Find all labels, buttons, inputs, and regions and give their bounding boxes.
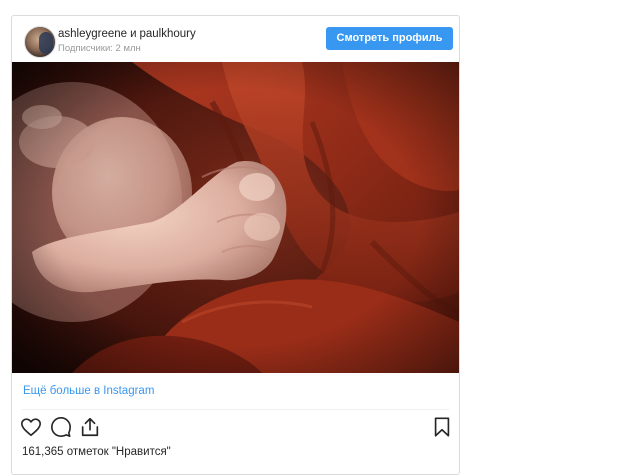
share-icon[interactable] xyxy=(79,416,101,440)
post-header: ashleygreene и paulkhoury Подписчики: 2 мл… xyxy=(12,16,459,63)
divider xyxy=(22,409,449,410)
instagram-embed: ashleygreene и paulkhoury Подписчики: 2 мл… xyxy=(11,15,460,475)
bookmark-icon[interactable] xyxy=(431,416,453,440)
follower-count: Подписчики: 2 млн xyxy=(58,43,141,54)
post-authors: ashleygreene и paulkhoury xyxy=(58,28,196,40)
author-link-paulkhoury[interactable]: paulkhoury xyxy=(140,28,196,40)
more-on-instagram-link[interactable]: Ещё больше в Instagram xyxy=(23,385,154,397)
action-bar xyxy=(12,416,459,442)
photo-image xyxy=(12,62,459,373)
avatar-figure xyxy=(39,32,53,54)
author-link-ashleygreene[interactable]: ashleygreene xyxy=(58,28,127,40)
heart-icon[interactable] xyxy=(20,416,42,440)
author-separator: и xyxy=(130,28,137,40)
likes-count: 161,365 отметок "Нравится" xyxy=(22,446,171,458)
avatar[interactable] xyxy=(24,26,56,58)
comment-icon[interactable] xyxy=(50,416,72,440)
view-profile-button[interactable]: Смотреть профиль xyxy=(326,27,453,50)
post-photo[interactable] xyxy=(12,62,459,373)
